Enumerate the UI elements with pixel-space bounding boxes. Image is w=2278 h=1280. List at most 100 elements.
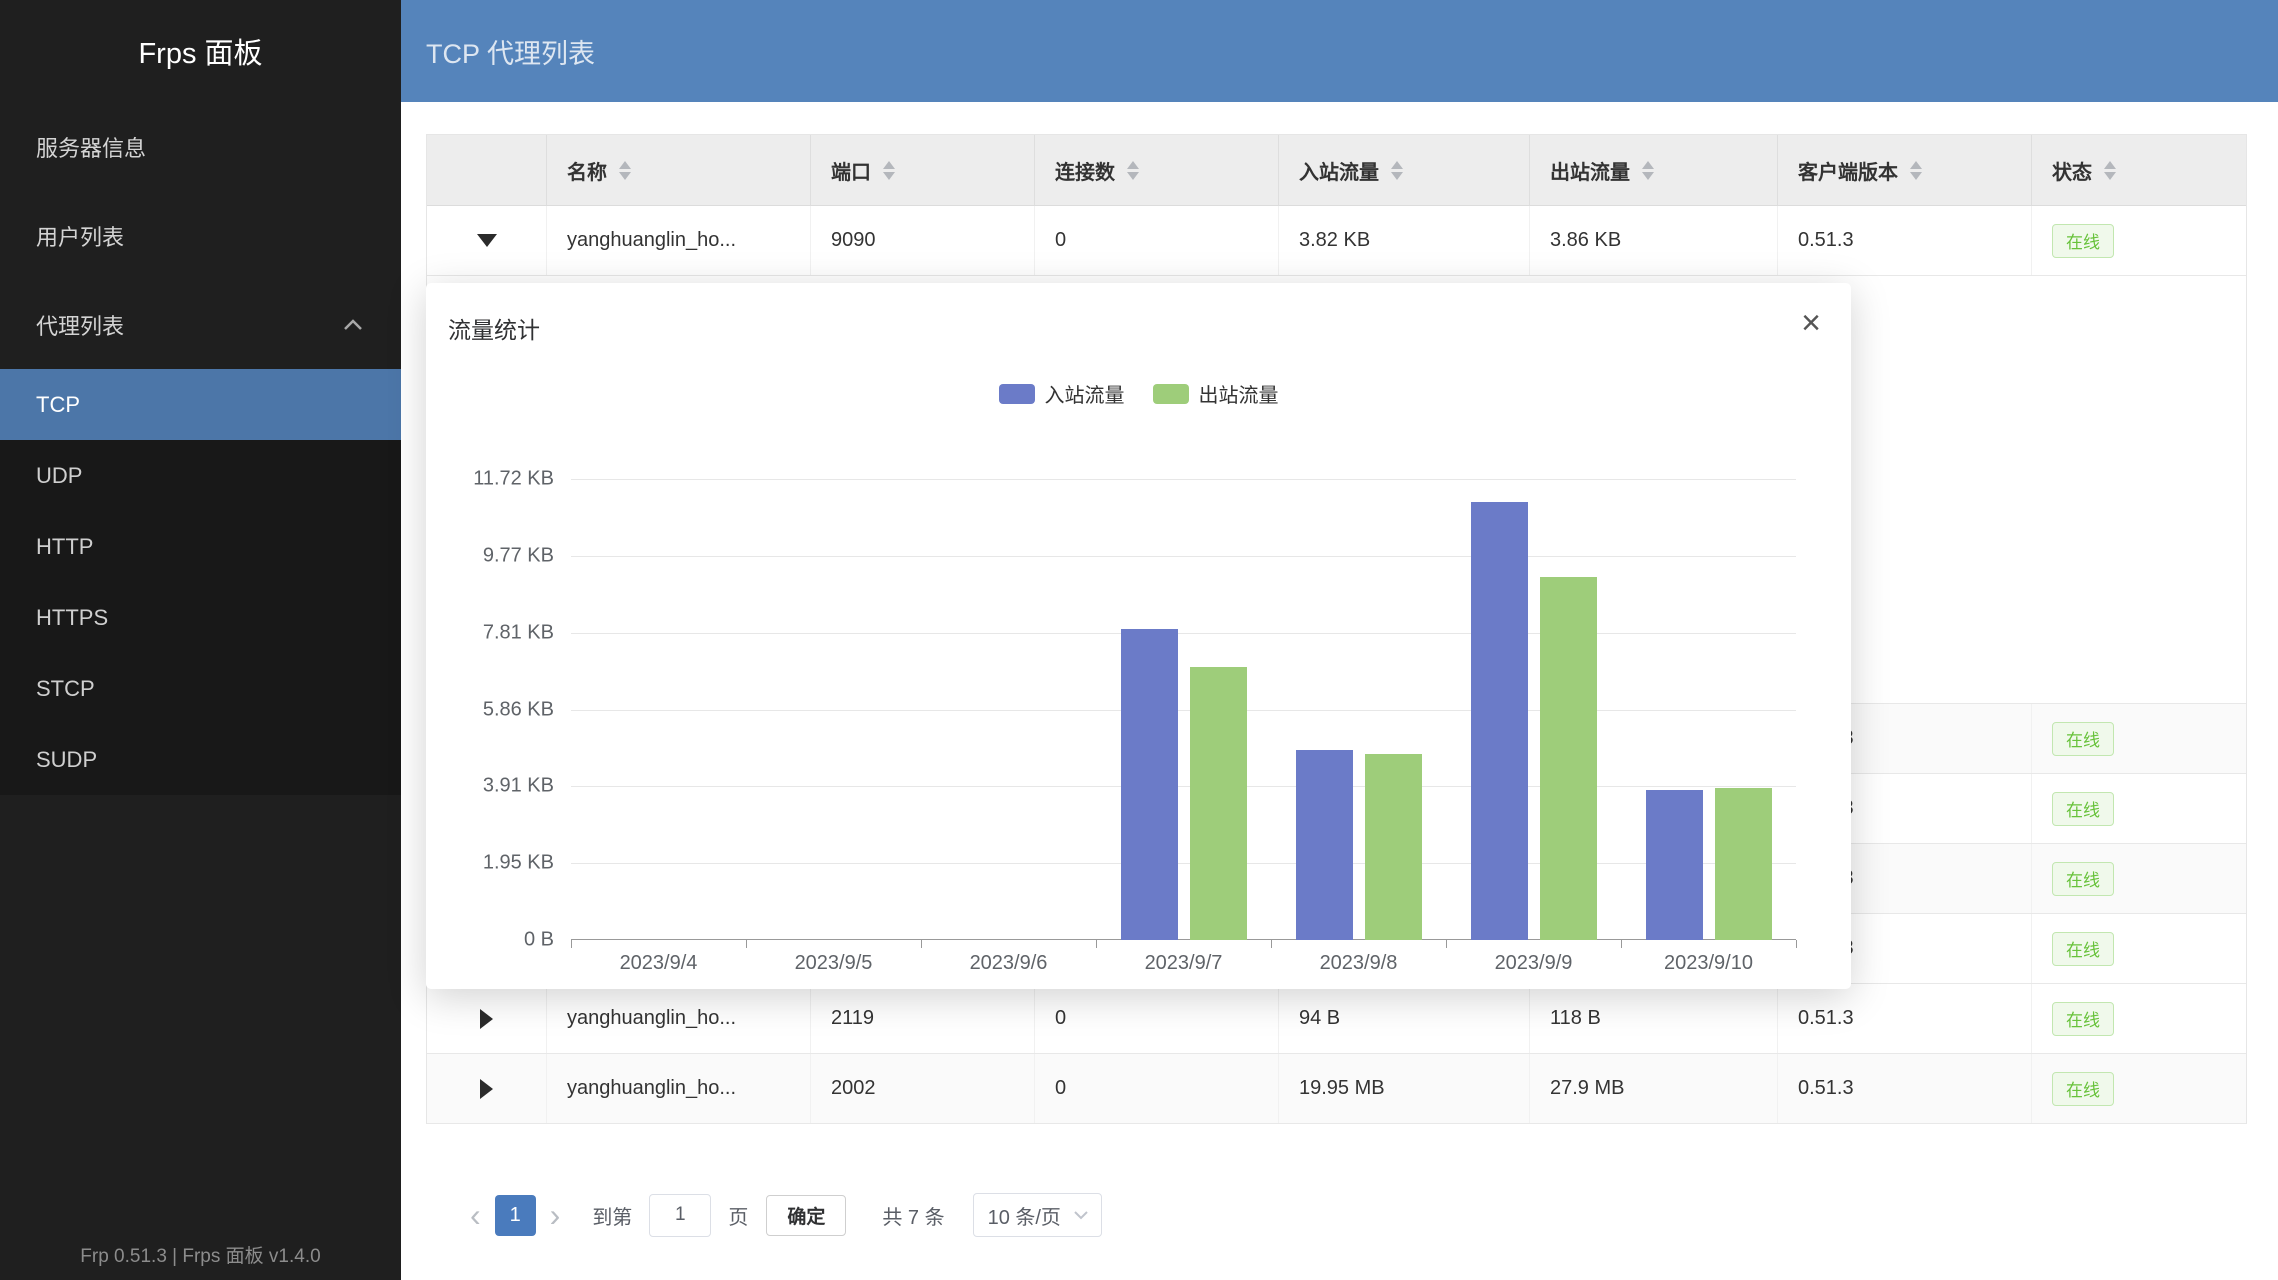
sidebar-item-stcp[interactable]: STCP <box>0 653 401 724</box>
sidebar-item-tcp[interactable]: TCP <box>0 369 401 440</box>
legend-item[interactable]: 入站流量 <box>999 379 1125 408</box>
sidebar-item-proxy-list[interactable]: 代理列表 <box>0 280 401 369</box>
x-axis-tick <box>1446 940 1447 948</box>
goto-page-input[interactable] <box>649 1194 711 1237</box>
chart-bar <box>1540 577 1597 940</box>
column-label: 出站流量 <box>1550 156 1630 185</box>
app-title: Frps 面板 <box>0 0 401 102</box>
x-axis-tick-label: 2023/9/7 <box>1096 952 1271 975</box>
sidebar-item-https[interactable]: HTTPS <box>0 582 401 653</box>
cell-status: 在线 <box>2032 774 2246 843</box>
modal-title: 流量统计 <box>448 311 540 345</box>
chart-legend: 入站流量 出站流量 <box>426 379 1851 408</box>
sort-icon[interactable] <box>2104 161 2116 180</box>
sort-icon[interactable] <box>1127 161 1139 180</box>
page-1-button[interactable]: 1 <box>495 1195 536 1236</box>
x-axis-tick-label: 2023/9/10 <box>1621 952 1796 975</box>
chart-category-slot <box>921 479 1096 940</box>
expand-column-header <box>427 135 547 205</box>
sidebar-item-udp[interactable]: UDP <box>0 440 401 511</box>
sidebar-item-label: 代理列表 <box>36 309 124 341</box>
y-axis-tick-label: 1.95 KB <box>483 852 554 875</box>
column-label: 连接数 <box>1055 156 1115 185</box>
expand-cell[interactable] <box>427 984 547 1053</box>
page-size-value: 10 条/页 <box>988 1201 1061 1230</box>
cell-connections: 0 <box>1035 206 1279 275</box>
status-badge: 在线 <box>2052 1002 2114 1036</box>
expand-cell[interactable] <box>427 206 547 275</box>
legend-label: 出站流量 <box>1199 379 1279 408</box>
prev-page-button[interactable]: ‹ <box>460 1195 491 1236</box>
sort-icon[interactable] <box>1391 161 1403 180</box>
cell-port: 2002 <box>811 1054 1035 1123</box>
sidebar-item-user-list[interactable]: 用户列表 <box>0 191 401 280</box>
y-axis-tick-label: 11.72 KB <box>473 468 554 491</box>
chart-category-slot <box>1271 479 1446 940</box>
cell-traffic-in: 94 B <box>1279 984 1530 1053</box>
cell-traffic-in: 19.95 MB <box>1279 1054 1530 1123</box>
cell-version: 0.51.3 <box>1778 984 2032 1053</box>
y-axis-tick-label: 9.77 KB <box>483 545 554 568</box>
sidebar-item-http[interactable]: HTTP <box>0 511 401 582</box>
expand-row-icon[interactable] <box>480 1079 493 1099</box>
sidebar-menu: 服务器信息 用户列表 代理列表 TCP UDP HTTP HTTPS STCP … <box>0 102 401 795</box>
page-header: TCP 代理列表 <box>401 0 2278 102</box>
confirm-button[interactable]: 确定 <box>766 1195 846 1236</box>
cell-port: 9090 <box>811 206 1035 275</box>
expand-row-icon[interactable] <box>480 1009 493 1029</box>
status-badge: 在线 <box>2052 722 2114 756</box>
cell-name: yanghuanglin_ho... <box>547 984 811 1053</box>
table-header: 名称 端口 连接数 入站流量出站流量 客户端版本状态 <box>427 135 2246 206</box>
next-page-button[interactable]: › <box>540 1195 571 1236</box>
status-badge: 在线 <box>2052 224 2114 258</box>
sort-icon[interactable] <box>883 161 895 180</box>
legend-item[interactable]: 出站流量 <box>1153 379 1279 408</box>
x-axis-tick <box>1096 940 1097 948</box>
x-axis-tick <box>921 940 922 948</box>
sort-icon[interactable] <box>619 161 631 180</box>
frps-dashboard: Frps 面板 服务器信息 用户列表 代理列表 TCP UDP HTTP HTT… <box>0 0 2278 1280</box>
cell-traffic-in: 3.82 KB <box>1279 206 1530 275</box>
column-header: 出站流量 <box>1530 135 1778 205</box>
x-axis-tick-label: 2023/9/6 <box>921 952 1096 975</box>
x-axis-tick-label: 2023/9/8 <box>1271 952 1446 975</box>
page-title: TCP 代理列表 <box>426 32 595 71</box>
column-header: 入站流量 <box>1279 135 1530 205</box>
cell-name: yanghuanglin_ho... <box>547 206 811 275</box>
legend-marker-icon <box>1153 384 1189 404</box>
sort-icon[interactable] <box>1642 161 1654 180</box>
y-axis-tick-label: 7.81 KB <box>483 622 554 645</box>
cell-traffic-out: 27.9 MB <box>1530 1054 1778 1123</box>
proxy-submenu: TCP UDP HTTP HTTPS STCP SUDP <box>0 369 401 795</box>
cell-version: 0.51.3 <box>1778 206 2032 275</box>
chart-category-slot <box>1096 479 1271 940</box>
legend-marker-icon <box>999 384 1035 404</box>
sidebar-item-server-info[interactable]: 服务器信息 <box>0 102 401 191</box>
column-header: 状态 <box>2032 135 2246 205</box>
column-label: 名称 <box>567 156 607 185</box>
page-size-select[interactable]: 10 条/页 <box>973 1193 1102 1237</box>
table-row[interactable]: yanghuanglin_ho...2002019.95 MB27.9 MB0.… <box>427 1054 2246 1124</box>
cell-port: 2119 <box>811 984 1035 1053</box>
page-unit-label: 页 <box>728 1201 748 1230</box>
y-axis-tick-label: 5.86 KB <box>483 699 554 722</box>
column-label: 端口 <box>831 156 871 185</box>
chart-bar <box>1190 667 1247 940</box>
expand-cell[interactable] <box>427 1054 547 1123</box>
column-header: 客户端版本 <box>1778 135 2032 205</box>
cell-traffic-out: 118 B <box>1530 984 1778 1053</box>
table-row[interactable]: yanghuanglin_ho...909003.82 KB3.86 KB0.5… <box>427 206 2246 276</box>
x-axis-tick-label: 2023/9/4 <box>571 952 746 975</box>
column-header: 名称 <box>547 135 811 205</box>
close-icon[interactable]: × <box>1801 311 1821 335</box>
sort-icon[interactable] <box>1910 161 1922 180</box>
status-badge: 在线 <box>2052 932 2114 966</box>
cell-status: 在线 <box>2032 704 2246 773</box>
cell-status: 在线 <box>2032 1054 2246 1123</box>
x-axis-tick <box>1621 940 1622 948</box>
sidebar-item-sudp[interactable]: SUDP <box>0 724 401 795</box>
chart-bar <box>1471 502 1528 940</box>
column-label: 状态 <box>2052 156 2092 185</box>
table-row[interactable]: yanghuanglin_ho...2119094 B118 B0.51.3在线 <box>427 984 2246 1054</box>
collapse-row-icon[interactable] <box>477 234 497 247</box>
